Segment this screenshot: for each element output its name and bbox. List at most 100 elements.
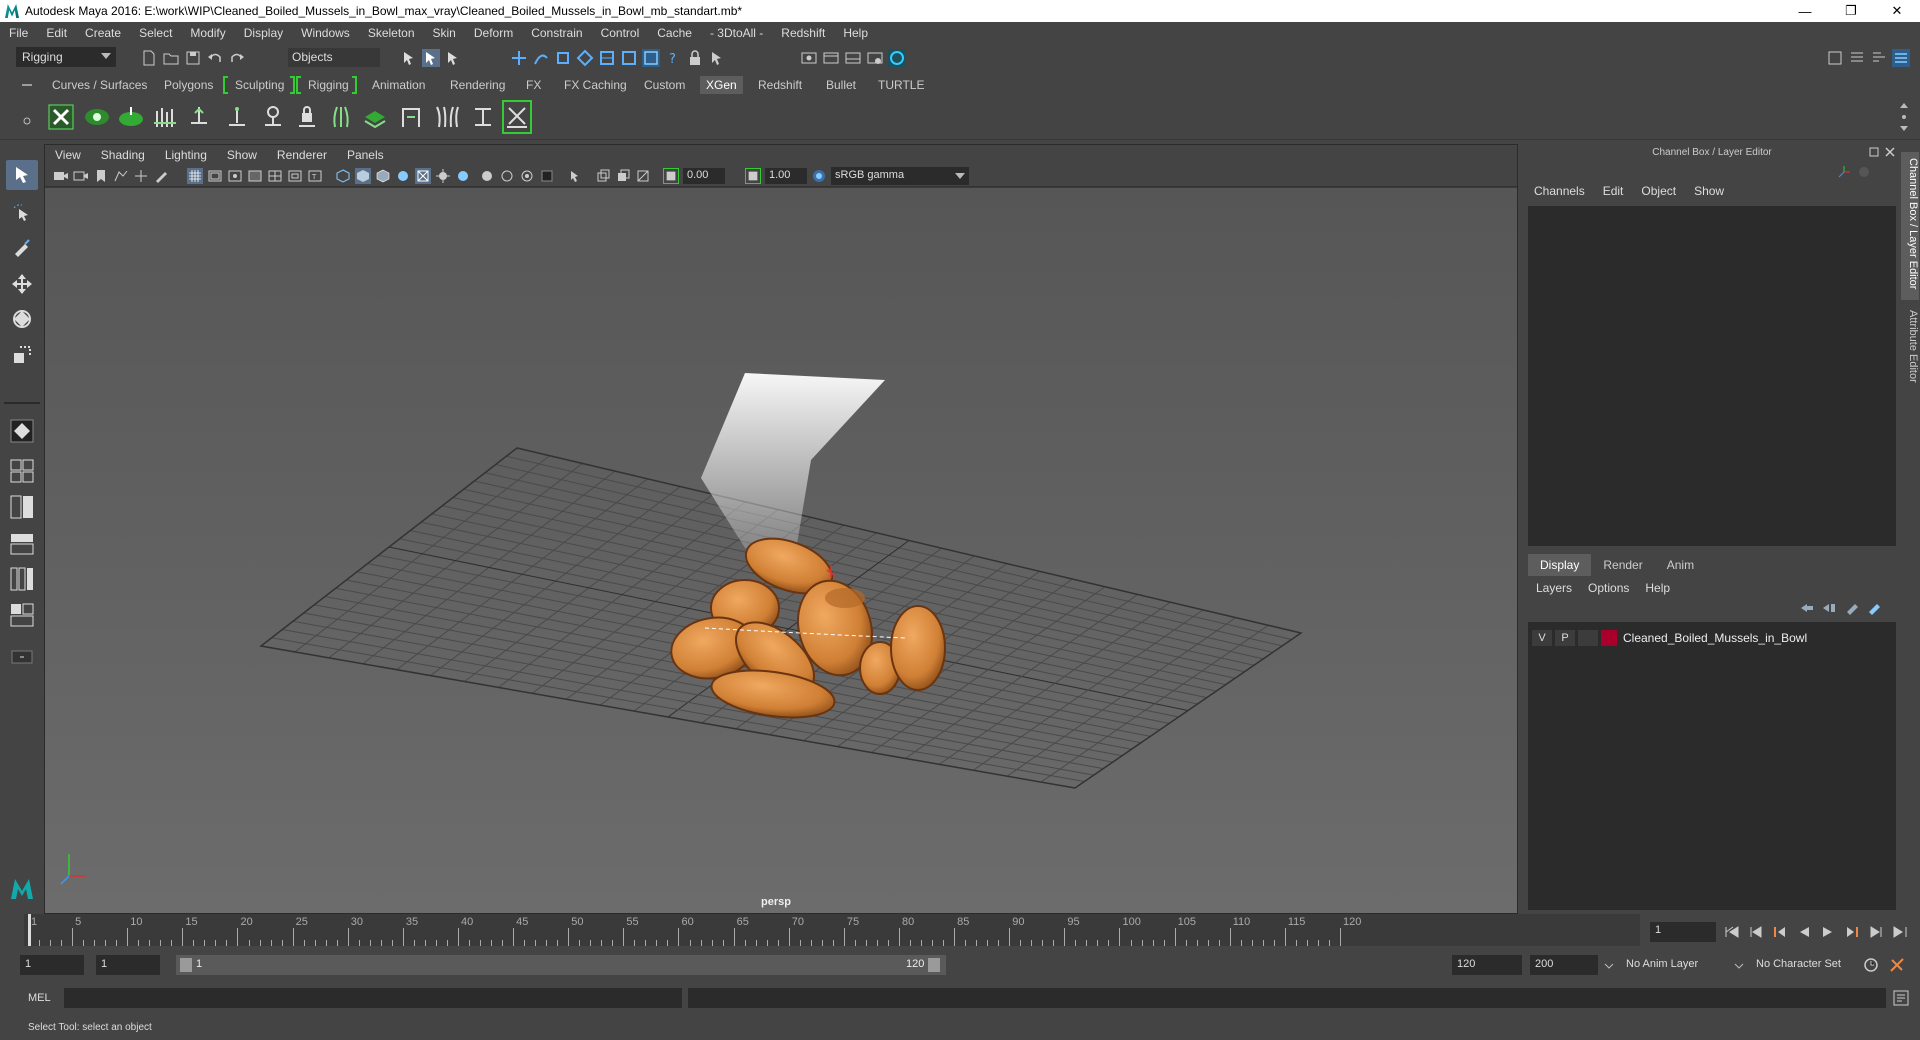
panel-menu-panels[interactable]: Panels <box>337 148 394 162</box>
panel-menu-renderer[interactable]: Renderer <box>267 148 337 162</box>
go-to-start-icon[interactable] <box>1723 923 1741 941</box>
bookmark-icon[interactable] <box>93 168 109 184</box>
restore-button[interactable]: ❐ <box>1828 0 1874 22</box>
move-layer-down-icon[interactable] <box>1820 600 1838 616</box>
play-backwards-icon[interactable] <box>1795 923 1813 941</box>
shelf-menu-icon[interactable] <box>20 80 34 90</box>
move-tool-icon[interactable] <box>6 268 38 298</box>
tab-turtle[interactable]: TURTLE <box>872 76 930 94</box>
xgen-rebuild-guide-icon[interactable] <box>326 100 356 134</box>
exposure-toggle-icon[interactable] <box>663 168 679 184</box>
close-button[interactable]: ✕ <box>1874 0 1920 22</box>
panel-menu-shading[interactable]: Shading <box>91 148 155 162</box>
snap-view-icon[interactable] <box>576 49 594 67</box>
wireframe-on-shaded-icon[interactable] <box>375 168 391 184</box>
xgen-guides-to-curves-icon[interactable] <box>502 100 532 134</box>
chevron-down-icon[interactable] <box>1604 962 1614 970</box>
camera-select-icon[interactable] <box>53 168 69 184</box>
script-editor-icon[interactable] <box>1892 989 1910 1007</box>
tab-fx-caching[interactable]: FX Caching <box>558 76 633 94</box>
channel-box-settings-icon[interactable] <box>1856 164 1872 180</box>
menu-set-dropdown[interactable]: Rigging <box>16 47 116 67</box>
panel-menu-view[interactable]: View <box>45 148 91 162</box>
attribute-editor-toggle-icon[interactable] <box>1848 49 1866 67</box>
current-time-marker[interactable] <box>28 914 31 946</box>
xgen-create-icon[interactable] <box>116 100 146 134</box>
range-slider[interactable]: 1 120 <box>176 955 946 975</box>
use-all-lights-icon[interactable] <box>415 168 431 184</box>
playback-start-field[interactable]: 1 <box>96 955 160 975</box>
xgen-guides-icon[interactable] <box>150 100 180 134</box>
layout-outliner-icon[interactable] <box>6 528 38 558</box>
image-plane-icon[interactable] <box>113 168 129 184</box>
gate-mask-icon[interactable] <box>247 168 263 184</box>
tab-curves-surfaces[interactable]: Curves / Surfaces <box>46 76 153 94</box>
menu-modify[interactable]: Modify <box>181 26 234 40</box>
panel-menu-lighting[interactable]: Lighting <box>155 148 217 162</box>
animation-end-field[interactable]: 200 <box>1530 955 1598 975</box>
render-view-icon[interactable] <box>800 49 818 67</box>
step-forward-key-icon[interactable] <box>1867 923 1885 941</box>
play-forwards-icon[interactable] <box>1819 923 1837 941</box>
menu-cache[interactable]: Cache <box>648 26 701 40</box>
close-panel-icon[interactable] <box>1884 146 1896 158</box>
viewport-3d-scene[interactable]: persp <box>45 188 1517 913</box>
menu-display[interactable]: Display <box>235 26 292 40</box>
layer-color-swatch[interactable] <box>1601 630 1617 646</box>
xgen-add-guide-icon[interactable] <box>184 100 214 134</box>
xgen-lock-guide-icon[interactable] <box>292 100 322 134</box>
tab-render[interactable]: Render <box>1591 554 1654 576</box>
playback-end-field[interactable]: 120 <box>1452 955 1522 975</box>
menu-redshift[interactable]: Redshift <box>772 26 834 40</box>
layout-four-view-icon[interactable] <box>6 456 38 486</box>
select-tool-icon[interactable] <box>708 49 726 67</box>
screen-space-ao-icon[interactable] <box>455 168 471 184</box>
tab-rendering[interactable]: Rendering <box>444 76 511 94</box>
snap-grid-icon[interactable] <box>510 49 528 67</box>
xgen-place-guide-icon[interactable] <box>222 100 252 134</box>
layer-menu-options[interactable]: Options <box>1580 578 1637 598</box>
xgen-description-icon[interactable] <box>82 100 112 134</box>
xray-joints-icon[interactable] <box>595 168 611 184</box>
step-back-key-icon[interactable] <box>1747 923 1765 941</box>
time-slider[interactable]: 1 5 10 15 20 25 30 35 40 45 50 55 60 65 70 75 80 85 90 95 10… <box>20 914 1640 948</box>
channel-box-menu-show[interactable]: Show <box>1684 184 1732 202</box>
xgen-cut-guide-icon[interactable] <box>468 100 498 134</box>
hypershade-icon[interactable] <box>888 49 906 67</box>
menu-file[interactable]: File <box>0 26 37 40</box>
paint-select-tool-icon[interactable] <box>6 232 38 262</box>
time-slider-track[interactable]: 1 5 10 15 20 25 30 35 40 45 50 55 60 65 70 75 80 85 90 95 10… <box>24 914 1640 946</box>
render-frame-icon[interactable] <box>822 49 840 67</box>
menu-help[interactable]: Help <box>834 26 877 40</box>
gamma-toggle-icon[interactable] <box>745 168 761 184</box>
menu-edit[interactable]: Edit <box>37 26 76 40</box>
tab-xgen[interactable]: XGen <box>700 76 743 94</box>
animation-preferences-icon[interactable] <box>1888 956 1906 974</box>
snap-point-icon[interactable] <box>554 49 572 67</box>
script-language-toggle[interactable]: MEL <box>28 992 51 1004</box>
animation-start-field[interactable]: 1 <box>20 955 84 975</box>
character-set-dropdown[interactable]: No Character Set <box>1752 955 1862 975</box>
menu-select[interactable]: Select <box>130 26 181 40</box>
range-end-handle[interactable] <box>928 958 940 972</box>
make-live-icon[interactable] <box>620 49 638 67</box>
anim-layer-dropdown[interactable]: No Anim Layer <box>1622 955 1726 975</box>
shelf-settings-icon[interactable] <box>20 116 34 126</box>
depth-of-field-icon[interactable] <box>519 168 535 184</box>
tab-rigging[interactable]: Rigging <box>302 76 355 94</box>
tab-animation[interactable]: Animation <box>366 76 431 94</box>
safe-action-icon[interactable] <box>287 168 303 184</box>
film-gate-icon[interactable] <box>207 168 223 184</box>
help-query-icon[interactable]: ? <box>664 49 682 67</box>
xray-icon[interactable] <box>567 168 583 184</box>
snap-curve-icon[interactable] <box>532 49 550 67</box>
modeling-toolkit-icon[interactable] <box>1826 49 1844 67</box>
layout-graph-editor-icon[interactable] <box>6 564 38 594</box>
layout-two-view-icon[interactable] <box>6 492 38 522</box>
select-tool-icon[interactable] <box>6 160 38 190</box>
tab-display[interactable]: Display <box>1528 554 1592 576</box>
safe-title-icon[interactable]: T <box>307 168 323 184</box>
select-hierarchy-icon[interactable] <box>400 49 418 67</box>
menu-create[interactable]: Create <box>76 26 130 40</box>
menu-deform[interactable]: Deform <box>465 26 522 40</box>
